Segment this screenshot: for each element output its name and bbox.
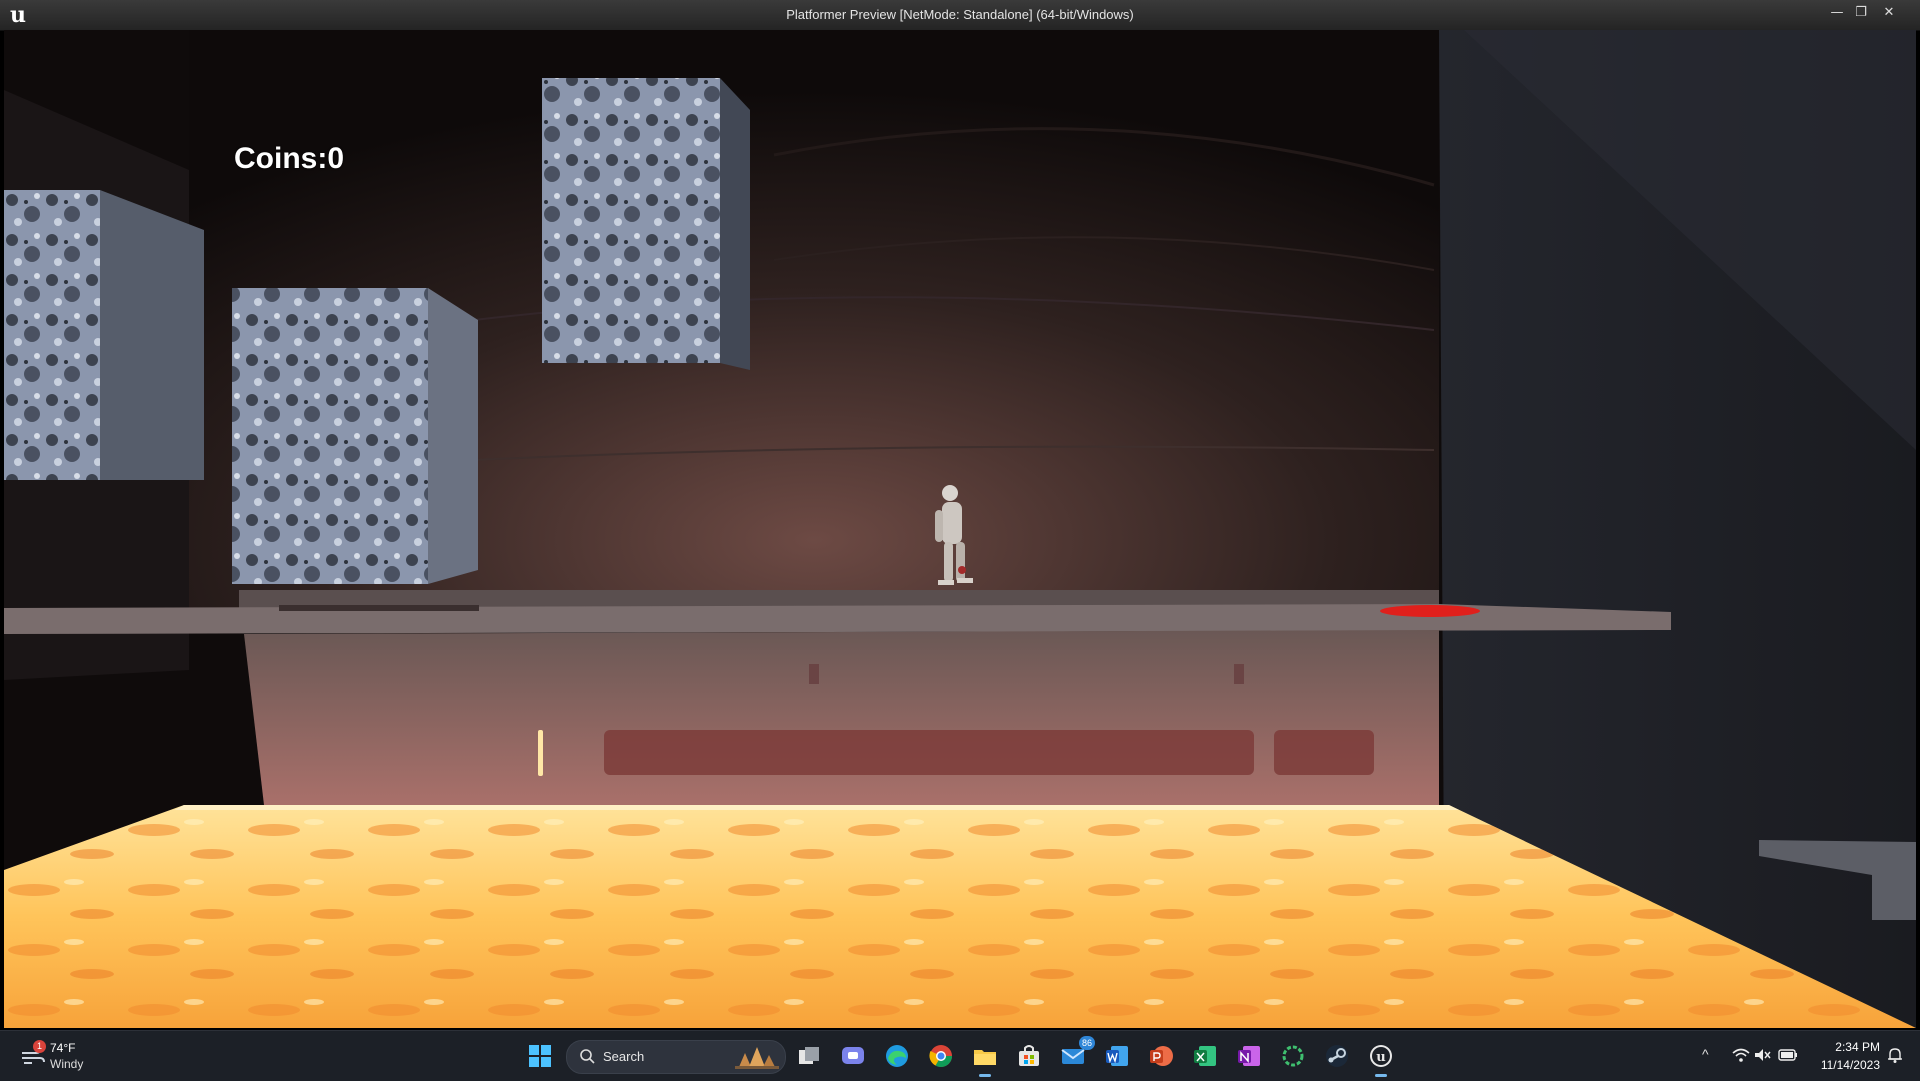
coins-counter: Coins:0 [234, 142, 345, 175]
steam-icon [1326, 1045, 1348, 1067]
excel-icon [1194, 1046, 1216, 1066]
stone-block [232, 288, 428, 584]
volume-muted-icon[interactable] [1754, 1047, 1772, 1063]
minimize-button[interactable]: — [1826, 5, 1848, 21]
close-button[interactable]: ✕ [1878, 5, 1900, 21]
edge-browser-button[interactable] [883, 1042, 911, 1070]
teams-chat-icon [842, 1047, 864, 1064]
edge-browser-icon [886, 1045, 908, 1067]
loading-app-button[interactable] [1279, 1042, 1307, 1070]
task-view-icon [799, 1047, 819, 1064]
game-scene [4, 30, 1916, 1028]
start-button[interactable] [526, 1042, 554, 1070]
word-button[interactable] [1103, 1042, 1131, 1070]
steam-button[interactable] [1323, 1042, 1351, 1070]
clock-time: 2:34 PM [1835, 1040, 1880, 1054]
coin-pickup [538, 730, 543, 776]
chrome-browser-button[interactable] [927, 1042, 955, 1070]
loading-circle-icon [1282, 1045, 1304, 1067]
excel-button[interactable] [1191, 1042, 1219, 1070]
stone-block [542, 78, 720, 363]
unreal-engine-icon: u [1370, 1045, 1392, 1067]
microsoft-store-button[interactable] [1015, 1042, 1043, 1070]
onenote-button[interactable] [1235, 1042, 1263, 1070]
word-icon [1106, 1046, 1128, 1066]
windows-taskbar: 1 74°F Windy Search 86 u ^ 2:34 PM 11/14… [0, 1030, 1920, 1081]
show-hidden-icons-chevron-icon[interactable]: ^ [1702, 1046, 1709, 1062]
red-goal-pad [1380, 605, 1480, 617]
clock-date: 11/14/2023 [1820, 1058, 1880, 1072]
active-app-indicator [979, 1074, 991, 1077]
folder-icon [974, 1050, 996, 1065]
weather-alert-badge: 1 [33, 1040, 46, 1053]
wifi-icon[interactable] [1732, 1047, 1750, 1063]
game-viewport[interactable]: Coins:0 [4, 30, 1916, 1028]
file-explorer-button[interactable] [971, 1042, 999, 1077]
search-icon [580, 1049, 595, 1064]
chrome-browser-icon [929, 1045, 952, 1067]
powerpoint-icon [1150, 1046, 1173, 1066]
powerpoint-button[interactable] [1147, 1042, 1175, 1070]
svg-text:u: u [1376, 1050, 1385, 1065]
windows-logo-icon [529, 1045, 551, 1067]
task-view-button[interactable] [795, 1042, 823, 1070]
mail-button[interactable]: 86 [1059, 1036, 1095, 1070]
notification-bell-icon[interactable] [1886, 1046, 1904, 1064]
search-highlight-art-icon [735, 1047, 779, 1069]
onenote-icon [1238, 1046, 1260, 1066]
stone-block [4, 190, 100, 480]
search-placeholder: Search [603, 1049, 645, 1064]
active-app-indicator [1375, 1074, 1387, 1077]
teams-chat-button[interactable] [839, 1042, 867, 1070]
weather-temperature: 74°F [50, 1041, 76, 1055]
battery-icon[interactable] [1778, 1048, 1798, 1062]
weather-description: Windy [50, 1057, 84, 1071]
window-title-bar[interactable]: u Platformer Preview [NetMode: Standalon… [0, 0, 1920, 31]
window-title: Platformer Preview [NetMode: Standalone]… [786, 7, 1134, 22]
mail-unread-badge: 86 [1079, 1036, 1095, 1050]
unreal-engine-button[interactable]: u [1367, 1042, 1395, 1077]
store-bag-icon [1019, 1045, 1039, 1066]
taskbar-search-box[interactable]: Search [566, 1040, 786, 1074]
maximize-button[interactable]: ❐ [1850, 5, 1872, 21]
